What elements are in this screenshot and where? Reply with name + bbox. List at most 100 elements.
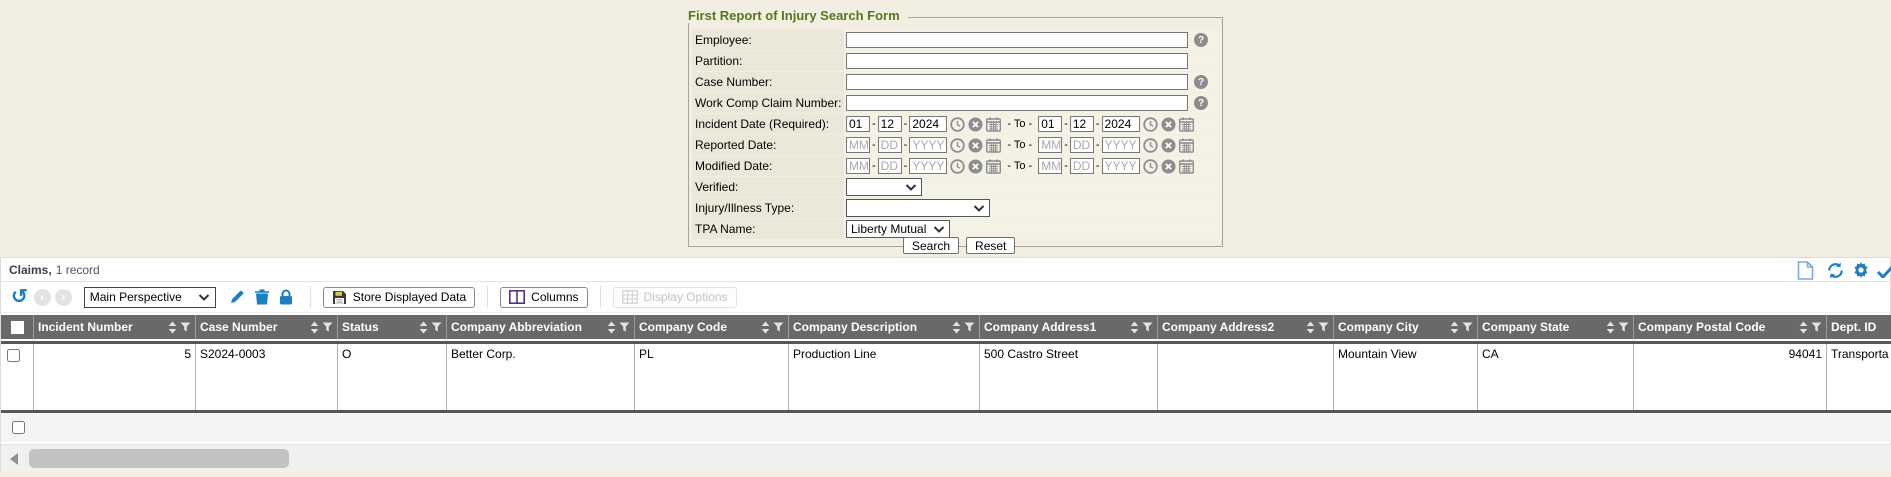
reset-button[interactable]: Reset [966, 237, 1015, 254]
clear-icon[interactable] [968, 138, 983, 153]
case-number-input[interactable] [846, 74, 1188, 90]
column-header-company-description[interactable]: Company Description [789, 315, 980, 339]
column-header-company-city[interactable]: Company City [1334, 315, 1478, 339]
footer-checkbox[interactable] [12, 421, 25, 434]
sort-icon[interactable] [1450, 321, 1459, 334]
filter-icon[interactable] [1318, 322, 1329, 332]
help-icon[interactable]: ? [1194, 75, 1208, 89]
clock-icon[interactable] [1143, 159, 1158, 174]
verified-select[interactable] [846, 178, 922, 196]
tpa-name-select[interactable]: Liberty Mutual [846, 220, 950, 238]
modified-date-from-day-input[interactable]: DD [878, 158, 902, 174]
calendar-icon[interactable] [986, 117, 1001, 132]
sort-icon[interactable] [952, 321, 961, 334]
reported-date-to-month-input[interactable]: MM [1038, 137, 1062, 153]
reported-date-to-day-input[interactable]: DD [1070, 137, 1094, 153]
clear-icon[interactable] [968, 117, 983, 132]
incident-date-required-from-year-input[interactable]: 2024 [909, 116, 947, 132]
incident-date-required-from-month-input[interactable]: 01 [846, 116, 870, 132]
column-header-company-code[interactable]: Company Code [635, 315, 789, 339]
incident-date-required-to-month-input[interactable]: 01 [1038, 116, 1062, 132]
clear-icon[interactable] [1161, 159, 1176, 174]
filter-icon[interactable] [1811, 322, 1822, 332]
reported-date-from-year-input[interactable]: YYYY [909, 137, 947, 153]
sort-icon[interactable] [761, 321, 770, 334]
calendar-icon[interactable] [986, 138, 1001, 153]
incident-date-required-from-day-input[interactable]: 12 [878, 116, 902, 132]
column-header-company-postal-code[interactable]: Company Postal Code [1634, 315, 1827, 339]
table-row[interactable]: 5S2024-0003OBetter Corp.PLProduction Lin… [1, 344, 1891, 410]
partition-input[interactable] [846, 53, 1188, 69]
horizontal-scrollbar[interactable] [1, 444, 1891, 472]
calendar-icon[interactable] [986, 159, 1001, 174]
column-header-case-number[interactable]: Case Number [196, 315, 338, 339]
modified-date-from-month-input[interactable]: MM [846, 158, 870, 174]
scrollbar-thumb[interactable] [29, 449, 289, 468]
sort-icon[interactable] [1606, 321, 1615, 334]
check-icon[interactable] [1877, 264, 1891, 278]
columns-button[interactable]: Columns [500, 287, 587, 308]
column-header-company-state[interactable]: Company State [1478, 315, 1634, 339]
clear-icon[interactable] [968, 159, 983, 174]
next-page-icon[interactable]: › [55, 289, 72, 306]
sort-icon[interactable] [1130, 321, 1139, 334]
sort-icon[interactable] [168, 321, 177, 334]
work-comp-claim-number-input[interactable] [846, 95, 1188, 111]
injury-illness-type-select[interactable] [846, 199, 990, 217]
filter-icon[interactable] [1618, 322, 1629, 332]
column-header-company-abbreviation[interactable]: Company Abbreviation [447, 315, 635, 339]
clock-icon[interactable] [950, 117, 965, 132]
filter-icon[interactable] [964, 322, 975, 332]
modified-date-to-day-input[interactable]: DD [1070, 158, 1094, 174]
perspective-select[interactable]: Main Perspective [84, 287, 216, 308]
column-header-incident-number[interactable]: Incident Number [34, 315, 196, 339]
edit-pencil-icon[interactable] [229, 289, 245, 305]
select-all-checkbox[interactable] [11, 321, 24, 334]
filter-icon[interactable] [619, 322, 630, 332]
undo-icon[interactable]: ↺ [11, 287, 28, 307]
filter-icon[interactable] [1462, 322, 1473, 332]
clock-icon[interactable] [1143, 138, 1158, 153]
incident-date-required-to-day-input[interactable]: 12 [1070, 116, 1094, 132]
previous-page-icon[interactable]: ‹ [34, 289, 51, 306]
calendar-icon[interactable] [1179, 138, 1194, 153]
modified-date-to-month-input[interactable]: MM [1038, 158, 1062, 174]
clock-icon[interactable] [1143, 117, 1158, 132]
modified-date-to-year-input[interactable]: YYYY [1102, 158, 1140, 174]
filter-icon[interactable] [180, 322, 191, 332]
incident-date-required-to-year-input[interactable]: 2024 [1102, 116, 1140, 132]
employee-input[interactable] [846, 32, 1188, 48]
help-icon[interactable]: ? [1194, 33, 1208, 47]
filter-icon[interactable] [322, 322, 333, 332]
sort-icon[interactable] [419, 321, 428, 334]
trash-icon[interactable] [255, 289, 269, 305]
filter-icon[interactable] [1142, 322, 1153, 332]
column-header-company-address2[interactable]: Company Address2 [1158, 315, 1334, 339]
column-header-dept-id[interactable]: Dept. ID [1827, 315, 1891, 339]
column-header-status[interactable]: Status [338, 315, 447, 339]
filter-icon[interactable] [431, 322, 442, 332]
reported-date-from-day-input[interactable]: DD [878, 137, 902, 153]
clear-icon[interactable] [1161, 138, 1176, 153]
sort-icon[interactable] [1799, 321, 1808, 334]
refresh-icon[interactable] [1827, 262, 1844, 279]
clock-icon[interactable] [950, 138, 965, 153]
sort-icon[interactable] [607, 321, 616, 334]
search-button[interactable]: Search [903, 237, 959, 254]
sort-icon[interactable] [1306, 321, 1315, 334]
reported-date-from-month-input[interactable]: MM [846, 137, 870, 153]
row-checkbox[interactable] [7, 349, 20, 362]
scroll-left-arrow-icon[interactable] [10, 453, 18, 465]
help-icon[interactable]: ? [1194, 96, 1208, 110]
calendar-icon[interactable] [1179, 117, 1194, 132]
filter-icon[interactable] [773, 322, 784, 332]
select-all-header[interactable] [1, 315, 34, 339]
lock-icon[interactable] [279, 289, 293, 305]
calendar-icon[interactable] [1179, 159, 1194, 174]
store-displayed-data-button[interactable]: Store Displayed Data [323, 287, 475, 308]
reported-date-to-year-input[interactable]: YYYY [1102, 137, 1140, 153]
modified-date-from-year-input[interactable]: YYYY [909, 158, 947, 174]
sort-icon[interactable] [310, 321, 319, 334]
clear-icon[interactable] [1161, 117, 1176, 132]
new-document-icon[interactable] [1797, 261, 1814, 280]
